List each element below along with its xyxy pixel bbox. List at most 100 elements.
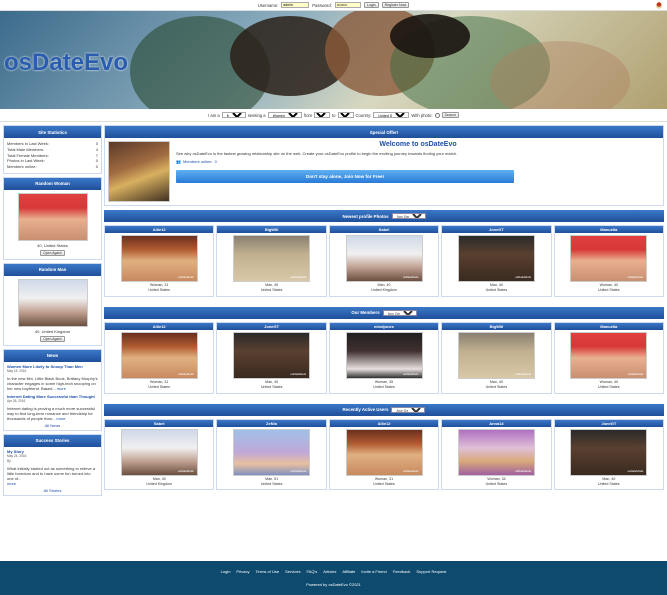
footer-link-services[interactable]: Services — [285, 569, 300, 574]
profile-photo[interactable]: osDateMods — [120, 428, 198, 476]
our-members-header: Our Members Any Gender — [104, 306, 664, 319]
profile-card[interactable]: Allie12 osDateMods Woman, 31 United States — [104, 225, 215, 297]
news-title: News — [4, 349, 101, 362]
profile-card[interactable]: mindjones osDateMods Woman, 35 United State… — [328, 321, 440, 394]
register-button[interactable]: Register Now — [381, 2, 410, 8]
username-input[interactable] — [281, 2, 310, 8]
our-members-title: Our Members — [351, 310, 380, 316]
profile-photo[interactable]: osDateMods — [233, 235, 311, 282]
all-stories-link[interactable]: All Stories — [7, 488, 98, 493]
site-logo[interactable]: osDateEvo — [4, 49, 128, 77]
profile-photo[interactable]: osDateMods — [345, 428, 423, 476]
newest-photos-header: Newest profile Photos Any Gender — [104, 210, 664, 222]
footer-link-support[interactable]: Support Request — [416, 569, 446, 574]
profile-card[interactable]: Sabel osDateMods Man, 40 United Kingdom — [328, 225, 440, 297]
profile-card[interactable]: Allie12 osDateMods Woman, 31 United States — [328, 418, 440, 491]
country-select[interactable]: United States — [373, 112, 410, 118]
footer-link-terms[interactable]: Terms of Use — [256, 569, 280, 574]
username-label: Username: — [257, 2, 279, 8]
newest-photos-panel: Newest profile Photos Any Gender Allie12 o… — [104, 210, 665, 297]
footer-link-privacy[interactable]: Privacy — [236, 569, 249, 574]
recent-users-header: Recently Active Users Any Gender — [104, 403, 664, 416]
random-woman-photo[interactable] — [17, 192, 88, 241]
footer-link-login[interactable]: Login — [221, 569, 231, 574]
profile-card[interactable]: Allie12 osDateMods Woman, 31 United States — [104, 321, 215, 394]
news-text: Internet dating is proving a much more s… — [7, 405, 96, 421]
recent-users-panel: Recently Active Users Any Gender Sabel osD… — [104, 403, 665, 491]
profile-photo[interactable]: osDateMods — [345, 235, 423, 282]
profile-photo[interactable]: osDateMods — [120, 331, 198, 379]
password-label: Password: — [312, 2, 332, 8]
random-man-title: Random Man — [4, 263, 101, 276]
success-stories-panel: Success Stories My Story May 24, 2016 By… — [3, 433, 102, 496]
join-now-button[interactable]: Don't stay alone, Join Now for Free! — [176, 170, 514, 183]
footer-link-feedback[interactable]: Feedback — [393, 569, 411, 574]
profile-card[interactable]: BigWill osDateMods Man, 40 United States — [216, 225, 327, 297]
random-woman-open-button[interactable]: Open Again! — [40, 249, 65, 256]
members-online-icon: 👥 — [176, 159, 181, 164]
from-label: from — [303, 112, 313, 118]
country-label: Country: — [355, 112, 372, 118]
newest-photos-gender-select[interactable]: Any Gender — [391, 213, 426, 219]
photo-label: With photo: — [411, 112, 433, 118]
random-woman-panel: Random Woman 40, United States Open Agai… — [3, 176, 102, 260]
profile-card[interactable]: JoneGT osDateMods Man, 40 United States — [441, 225, 552, 297]
profile-photo[interactable]: osDateMods — [457, 428, 535, 476]
story-more-link[interactable]: more — [7, 481, 98, 486]
profile-photo[interactable]: osDateMods — [233, 428, 311, 476]
age-to-select[interactable]: 50 — [337, 112, 354, 118]
success-stories-title: Success Stories — [4, 434, 101, 447]
profile-photo[interactable]: osDateMods — [457, 331, 535, 379]
our-members-gender-select[interactable]: Any Gender — [382, 309, 417, 316]
profile-card[interactable]: JoneGT osDateMods Man, 40 United States — [553, 418, 665, 491]
all-news-link[interactable]: All News — [7, 423, 98, 428]
profile-card[interactable]: Manuella osDateMods Woman, 40 United States — [553, 321, 665, 394]
footer-link-articles[interactable]: Articles — [323, 569, 336, 574]
profile-card[interactable]: BigWill osDateMods Man, 40 United States — [441, 321, 552, 394]
to-label: to — [332, 112, 336, 118]
news-more-link[interactable]: more — [56, 416, 65, 421]
profile-card[interactable]: Sabel osDateMods Man, 40 United Kingdom — [104, 418, 215, 491]
profile-photo[interactable]: osDateMods — [345, 331, 423, 379]
powered-by: Powered by osDateEvo ©2021 — [306, 582, 361, 587]
profile-photo[interactable]: osDateMods — [570, 428, 648, 476]
profile-card[interactable]: JoneGT osDateMods Man, 40 United States — [216, 321, 327, 394]
special-offer-photo — [108, 141, 170, 202]
footer-link-invite[interactable]: Invite a Friend — [361, 569, 386, 574]
profile-photo[interactable]: osDateMods — [233, 331, 311, 379]
newest-photos-title: Newest profile Photos — [342, 213, 389, 219]
random-man-location: 40, United Kingdom — [34, 328, 71, 334]
language-flag-icon[interactable] — [655, 2, 663, 9]
seeking-select[interactable]: Women — [267, 112, 302, 118]
stat-row: Members online: 0 — [7, 164, 98, 170]
footer-link-affiliate[interactable]: Affiliate — [342, 569, 355, 574]
site-statistics-panel: Site Statistics Members in Last Week: 0 T… — [3, 125, 102, 174]
search-button[interactable]: Search — [441, 112, 459, 118]
news-date: May 19, 2016 — [7, 368, 27, 373]
quick-search: I am a Man seeking a Women from 18 to 50… — [0, 109, 667, 122]
age-from-select[interactable]: 18 — [314, 112, 331, 118]
password-input[interactable] — [334, 2, 361, 8]
iam-label: I am a — [208, 112, 220, 118]
footer: Login Privacy Terms of Use Services FAQ'… — [0, 561, 667, 595]
profile-photo[interactable]: osDateMods — [570, 331, 648, 379]
footer-link-faqs[interactable]: FAQ's — [306, 569, 317, 574]
profile-photo[interactable]: osDateMods — [120, 235, 198, 282]
members-online-count: 0 — [214, 159, 217, 164]
with-photo-checkbox[interactable] — [434, 112, 440, 118]
profile-card[interactable]: Manuella osDateMods Woman, 40 United States — [553, 225, 665, 297]
iam-select[interactable]: Man — [221, 112, 246, 118]
profile-card[interactable]: Anna14 osDateMods Woman, 34 United States — [441, 418, 552, 491]
login-button[interactable]: Login — [363, 2, 379, 8]
profile-photo[interactable]: osDateMods — [457, 235, 535, 282]
random-man-open-button[interactable]: Open Again! — [40, 335, 65, 342]
random-man-photo[interactable] — [17, 278, 88, 327]
profile-card[interactable]: ZeNio osDateMods Man, 51 United States — [216, 418, 327, 491]
news-more-link[interactable]: more — [57, 386, 66, 391]
news-date: Apr 26, 2016 — [7, 398, 26, 403]
welcome-title: Welcome to osDateEvo — [379, 141, 457, 148]
recent-users-gender-select[interactable]: Any Gender — [391, 406, 426, 413]
site-statistics-title: Site Statistics — [4, 126, 101, 138]
our-members-panel: Our Members Any Gender Allie12 osDateMods W… — [104, 306, 665, 394]
profile-photo[interactable]: osDateMods — [570, 235, 648, 282]
